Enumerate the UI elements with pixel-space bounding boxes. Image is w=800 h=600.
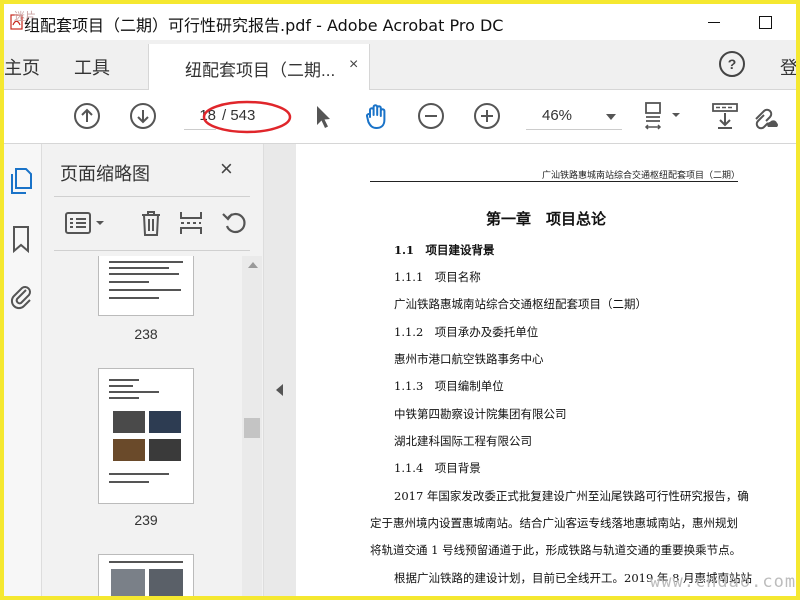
hand-tool-icon[interactable] — [362, 101, 392, 131]
thumbnails-scrollbar[interactable] — [242, 256, 262, 596]
thumbnails-list: 238 239 — [42, 256, 242, 596]
site-watermark: www.cndao.com — [650, 572, 797, 592]
share-download-icon[interactable] — [710, 101, 740, 131]
zoom-level-select[interactable]: 46% — [526, 104, 622, 130]
zoom-out-icon[interactable] — [416, 101, 446, 131]
maximize-button[interactable] — [750, 10, 786, 34]
document-view[interactable]: 广汕铁路惠城南站综合交通枢纽配套项目（二期） 第一章 项目总论 1.1 项目建设… — [264, 144, 796, 596]
link-cloud-icon[interactable] — [750, 101, 780, 131]
page-thumbnail[interactable] — [98, 256, 194, 316]
panel-toolbar — [42, 202, 264, 248]
red-annotation-ellipse — [202, 100, 292, 134]
document-page: 广汕铁路惠城南站综合交通枢纽配套项目（二期） 第一章 项目总论 1.1 项目建设… — [296, 144, 796, 596]
page-header: 广汕铁路惠城南站综合交通枢纽配套项目（二期） — [542, 171, 741, 181]
delete-page-icon[interactable] — [136, 208, 166, 238]
tab-bar: 主页 工具 纽配套项目（二期... × ? 登 — [4, 40, 796, 90]
page-thumbnails-icon[interactable] — [8, 166, 34, 196]
minimize-button[interactable] — [700, 10, 736, 34]
previous-page-icon[interactable] — [72, 101, 102, 131]
page-thumbnail[interactable] — [98, 368, 194, 504]
paragraph-line: 将轨道交通 1 号线预留通道于此，形成铁路与轨道交通的重要换乘节点。 — [370, 543, 742, 557]
paragraph-line: 中铁第四勘察设计院集团有限公司 — [394, 407, 567, 421]
panel-divider — [54, 196, 250, 197]
paragraph-line: 广汕铁路惠城南站综合交通枢纽配套项目（二期） — [394, 297, 647, 311]
title-bar: 迷片 组配套项目（二期）可行性研究报告.pdf - Adobe Acrobat … — [4, 4, 796, 40]
panel-close-button[interactable]: × — [220, 156, 233, 182]
section-heading: 1.1 项目建设背景 — [394, 243, 495, 257]
paragraph-line: 湖北建科国际工程有限公司 — [394, 434, 532, 448]
tab-home[interactable]: 主页 — [4, 54, 40, 80]
chapter-heading: 第一章 项目总论 — [485, 210, 606, 228]
paragraph-line: 惠州市港口航空铁路事务中心 — [394, 352, 544, 366]
bookmark-icon[interactable] — [8, 224, 34, 254]
svg-text:?: ? — [728, 56, 737, 72]
select-cursor-icon[interactable] — [308, 101, 338, 131]
scroll-up-arrow[interactable] — [248, 262, 258, 268]
panel-divider — [54, 250, 250, 251]
collapse-panel-arrow[interactable] — [276, 384, 283, 396]
zoom-level-value: 46% — [542, 107, 573, 124]
app-window: 迷片 组配套项目（二期）可行性研究报告.pdf - Adobe Acrobat … — [4, 4, 796, 596]
thumbnail-options-icon[interactable] — [64, 208, 108, 238]
navigation-rail — [4, 144, 42, 596]
subsection-heading: 1.1.4 项目背景 — [394, 461, 481, 475]
sign-in-link[interactable]: 登 — [780, 54, 796, 80]
window-title: 组配套项目（二期）可行性研究报告.pdf - Adobe Acrobat Pro… — [24, 16, 504, 35]
thumbnail-page-number: 238 — [134, 326, 158, 342]
thumbnail-page-number: 239 — [134, 512, 158, 528]
header-rule — [370, 181, 738, 182]
paragraph-line: 定于惠州境内设置惠城南站。结合广汕客运专线落地惠城南站，惠州规划 — [370, 516, 738, 530]
page-thumbnail[interactable] — [98, 554, 194, 596]
help-icon[interactable]: ? — [718, 50, 746, 78]
chevron-down-icon — [606, 114, 616, 120]
next-page-icon[interactable] — [128, 101, 158, 131]
scrollbar-thumb[interactable] — [244, 418, 260, 438]
zoom-in-icon[interactable] — [472, 101, 502, 131]
tab-document[interactable]: 纽配套项目（二期... × — [148, 44, 370, 90]
tab-document-label: 纽配套项目（二期... — [185, 61, 336, 80]
thumbnails-panel: 页面缩略图 × 238 239 — [42, 144, 264, 596]
insert-page-icon[interactable] — [176, 208, 206, 238]
rotate-page-icon[interactable] — [220, 208, 250, 238]
subsection-heading: 1.1.3 项目编制单位 — [394, 379, 504, 393]
fit-page-icon[interactable] — [642, 101, 688, 131]
subsection-heading: 1.1.1 项目名称 — [394, 270, 481, 284]
attachment-icon[interactable] — [8, 280, 34, 310]
subsection-heading: 1.1.2 项目承办及委托单位 — [394, 325, 539, 339]
paragraph-line: 2017 年国家发改委正式批复建设广州至汕尾铁路可行性研究报告，确 — [394, 489, 749, 503]
tab-tools[interactable]: 工具 — [74, 54, 110, 80]
main-toolbar: 18 / 543 46% — [4, 90, 796, 144]
panel-title: 页面缩略图 — [60, 164, 150, 184]
tab-close-button[interactable]: × — [349, 56, 358, 74]
